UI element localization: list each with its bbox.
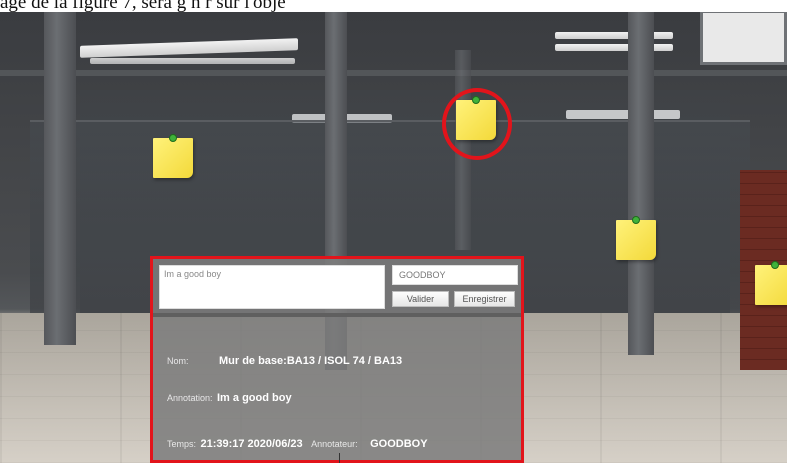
ceiling-light	[555, 32, 673, 39]
validate-button[interactable]: Valider	[392, 291, 449, 307]
ceiling-light	[555, 44, 673, 51]
ceiling-light	[566, 110, 680, 119]
save-button[interactable]: Enregistrer	[454, 291, 515, 307]
ceiling-beam	[0, 70, 787, 76]
annotation-label: Annotation:	[167, 393, 213, 403]
selection-highlight-circle	[442, 88, 512, 160]
sticky-note-icon[interactable]	[153, 134, 193, 178]
comment-textarea[interactable]: Im a good boy	[159, 265, 385, 309]
annotator-label: Annotateur:	[311, 439, 358, 449]
ceiling-window	[700, 10, 787, 65]
name-label: Nom:	[167, 356, 189, 366]
name-value: Mur de base:BA13 / ISOL 74 / BA13	[218, 355, 403, 367]
time-value: 21:39:17 2020/06/23	[200, 438, 303, 450]
pin-icon	[169, 134, 177, 142]
sticky-note-icon[interactable]	[755, 261, 787, 305]
pin-icon	[771, 261, 779, 269]
pin-icon	[632, 216, 640, 224]
time-row: Temps: 21:39:17 2020/06/23 Annotateur: G…	[167, 434, 428, 452]
ceiling-light	[80, 38, 298, 58]
name-row: Nom: Mur de base:BA13 / ISOL 74 / BA13	[167, 351, 402, 369]
panel-divider	[153, 313, 521, 317]
ceiling-light	[90, 58, 295, 64]
pillar	[44, 10, 76, 345]
annotator-value: GOODBOY	[370, 438, 428, 450]
pointer-mark	[339, 453, 340, 463]
annotator-input[interactable]: GOODBOY	[392, 265, 518, 285]
time-label: Temps:	[167, 439, 197, 449]
pillar	[628, 10, 654, 355]
annotation-row: Annotation: Im a good boy	[167, 388, 292, 406]
annotation-panel: Im a good boy GOODBOY Valider Enregistre…	[150, 256, 524, 463]
annotation-value: Im a good boy	[217, 392, 292, 404]
figure-caption-text: age de la figure 7, sera g n r sur l'obj…	[0, 0, 787, 12]
sticky-note-icon[interactable]	[616, 216, 656, 260]
